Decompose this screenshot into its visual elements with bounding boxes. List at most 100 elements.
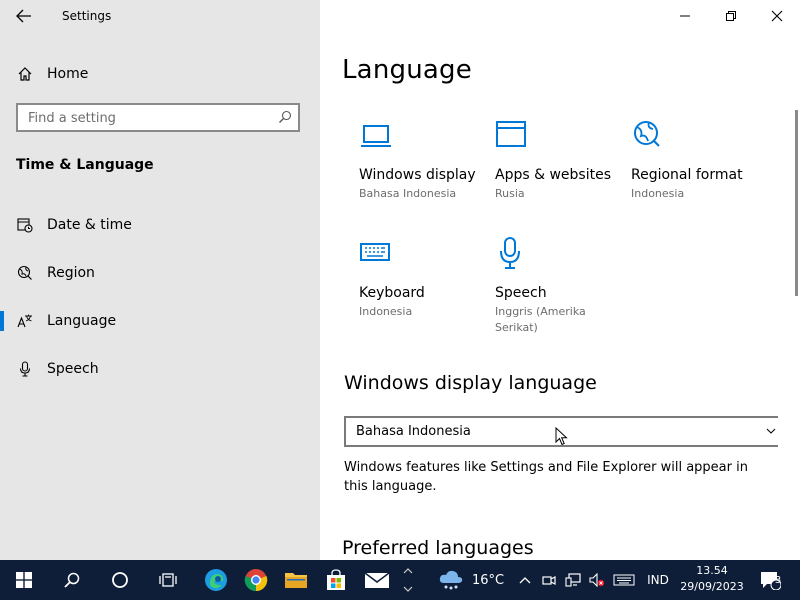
nav-home-label: Home bbox=[47, 66, 89, 82]
main-content: Language Windows display Bahasa Indonesi… bbox=[320, 0, 800, 560]
sidebar-item-label: Region bbox=[47, 265, 95, 281]
notification-count: 3 bbox=[774, 575, 782, 586]
back-button[interactable] bbox=[8, 4, 40, 28]
search-input[interactable]: Find a setting bbox=[16, 103, 300, 132]
tile-desc: Indonesia bbox=[359, 305, 413, 318]
tile-desc: Bahasa Indonesia bbox=[359, 187, 457, 200]
action-center-button[interactable]: 3 bbox=[752, 560, 788, 600]
sidebar: Settings Home Find a setting Time & Lang… bbox=[0, 0, 320, 560]
network-icon bbox=[565, 573, 581, 587]
file-explorer-button[interactable] bbox=[276, 560, 316, 600]
store-bag-icon bbox=[327, 569, 345, 590]
close-icon bbox=[771, 10, 783, 22]
chevron-down-icon bbox=[403, 586, 413, 592]
microphone-icon bbox=[17, 361, 33, 377]
tile-name: Keyboard bbox=[359, 285, 425, 301]
weather-temp[interactable]: 16°C bbox=[468, 560, 508, 600]
store-app-button[interactable] bbox=[316, 560, 356, 600]
region-icon bbox=[17, 265, 33, 281]
tile-speech[interactable]: Speech Inggris (Amerika Serikat) bbox=[495, 236, 625, 336]
cortana-icon bbox=[112, 572, 128, 588]
restore-icon bbox=[726, 11, 736, 21]
section-heading: Time & Language bbox=[16, 157, 154, 173]
clock-time: 13.54 bbox=[696, 564, 728, 577]
tray-meet-now[interactable] bbox=[539, 560, 559, 600]
sidebar-item-language[interactable]: Language bbox=[0, 301, 320, 341]
dropdown-selected-value: Bahasa Indonesia bbox=[356, 424, 471, 439]
tile-name: Regional format bbox=[631, 167, 743, 183]
taskbar: 16°C IND 13.54 29/09/2023 3 bbox=[0, 560, 800, 600]
chrome-icon bbox=[244, 569, 268, 592]
show-hidden-icons-button[interactable] bbox=[515, 560, 535, 600]
folder-icon bbox=[285, 573, 307, 588]
cloud-snow-icon bbox=[439, 570, 463, 590]
tile-name: Speech bbox=[495, 285, 547, 301]
taskbar-scroll[interactable] bbox=[400, 560, 416, 600]
search-button[interactable] bbox=[52, 560, 92, 600]
volume-muted-icon bbox=[589, 573, 605, 587]
search-icon bbox=[64, 572, 80, 588]
minimize-button[interactable] bbox=[662, 0, 708, 32]
sidebar-item-date-time[interactable]: Date & time bbox=[0, 205, 320, 245]
nav-home[interactable]: Home bbox=[0, 58, 320, 90]
sidebar-item-label: Date & time bbox=[47, 217, 132, 233]
tile-keyboard[interactable]: Keyboard Indonesia bbox=[359, 236, 489, 320]
tray-volume[interactable] bbox=[586, 560, 608, 600]
keyboard-icon bbox=[613, 574, 635, 586]
tile-name: Windows display bbox=[359, 167, 476, 183]
keyboard-icon bbox=[360, 243, 390, 261]
language-icon bbox=[17, 313, 33, 329]
sidebar-item-label: Language bbox=[47, 313, 117, 329]
search-icon bbox=[279, 110, 292, 123]
tray-touch-keyboard[interactable] bbox=[610, 560, 638, 600]
app-title: Settings bbox=[62, 9, 112, 23]
clock[interactable]: 13.54 29/09/2023 bbox=[678, 563, 746, 595]
chevron-up-icon bbox=[519, 577, 531, 584]
edge-app-button[interactable] bbox=[196, 560, 236, 600]
tile-desc: Indonesia bbox=[631, 187, 685, 200]
input-language-label: IND bbox=[647, 573, 669, 587]
tile-desc: Inggris (Amerika Serikat) bbox=[495, 305, 586, 334]
mouse-cursor-icon bbox=[555, 427, 568, 446]
chevron-up-icon bbox=[403, 568, 413, 574]
tile-desc: Rusia bbox=[495, 187, 525, 200]
microphone-icon bbox=[500, 237, 520, 269]
mail-icon bbox=[364, 572, 390, 588]
restore-button[interactable] bbox=[708, 0, 754, 32]
tray-network[interactable] bbox=[562, 560, 584, 600]
active-indicator bbox=[0, 311, 4, 331]
task-view-button[interactable] bbox=[148, 560, 188, 600]
search-placeholder: Find a setting bbox=[28, 111, 116, 126]
windows-logo-icon bbox=[16, 572, 32, 588]
task-view-icon bbox=[159, 573, 177, 587]
settings-window: Settings Home Find a setting Time & Lang… bbox=[0, 0, 800, 560]
home-icon bbox=[17, 66, 33, 82]
edge-icon bbox=[205, 569, 227, 591]
start-button[interactable] bbox=[4, 560, 44, 600]
laptop-icon bbox=[361, 125, 391, 147]
globe-icon bbox=[634, 121, 660, 147]
scrollbar-thumb[interactable] bbox=[795, 110, 798, 296]
tile-windows-display[interactable]: Windows display Bahasa Indonesia bbox=[359, 118, 489, 202]
sidebar-item-speech[interactable]: Speech bbox=[0, 349, 320, 389]
weather-temp-label: 16°C bbox=[471, 572, 505, 588]
preferred-languages-heading: Preferred languages bbox=[342, 537, 534, 559]
sidebar-item-label: Speech bbox=[47, 361, 99, 377]
close-button[interactable] bbox=[754, 0, 800, 32]
back-arrow-icon bbox=[16, 9, 31, 23]
title-bar-left: Settings bbox=[0, 0, 320, 32]
mail-app-button[interactable] bbox=[356, 560, 398, 600]
tile-name: Apps & websites bbox=[495, 167, 611, 183]
browser-window-icon bbox=[496, 121, 526, 147]
chevron-down-icon bbox=[766, 428, 776, 434]
chrome-app-button[interactable] bbox=[236, 560, 276, 600]
tile-regional-format[interactable]: Regional format Indonesia bbox=[631, 118, 761, 202]
input-language-indicator[interactable]: IND bbox=[642, 560, 674, 600]
cortana-button[interactable] bbox=[100, 560, 140, 600]
sidebar-item-region[interactable]: Region bbox=[0, 253, 320, 293]
clock-date: 29/09/2023 bbox=[680, 580, 744, 593]
tile-apps-websites[interactable]: Apps & websites Rusia bbox=[495, 118, 625, 202]
page-title: Language bbox=[342, 55, 472, 85]
weather-widget[interactable] bbox=[436, 560, 466, 600]
camera-icon bbox=[542, 576, 556, 585]
